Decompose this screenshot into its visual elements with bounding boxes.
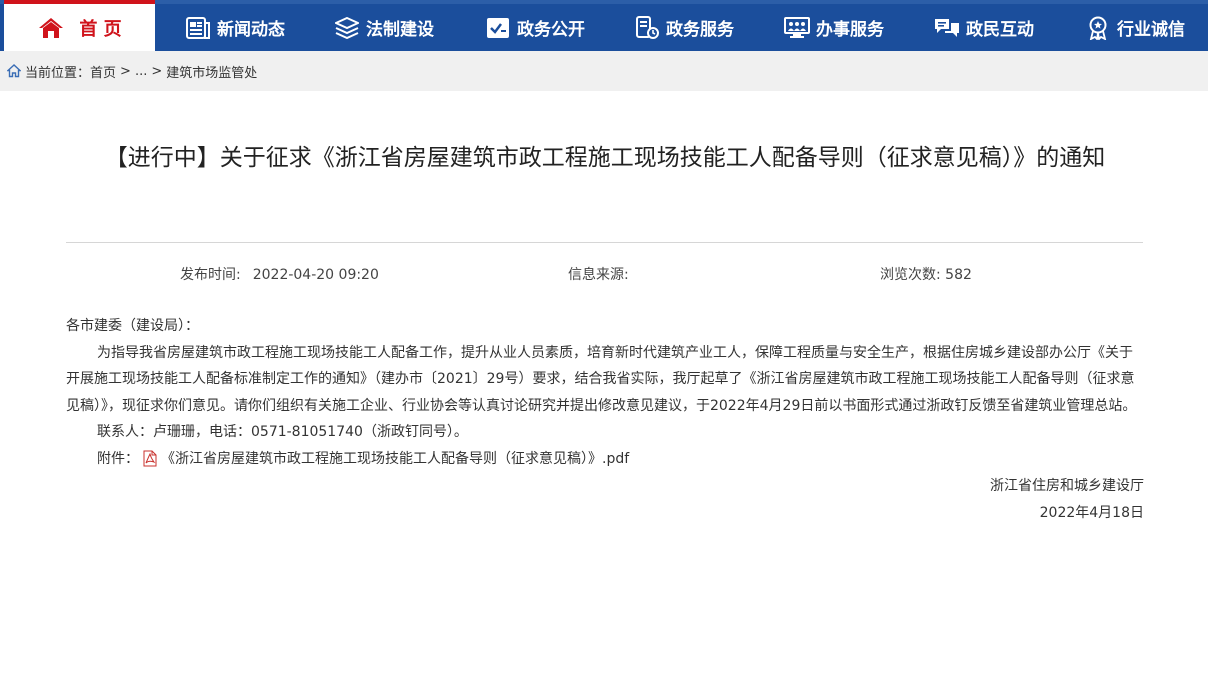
title-divider xyxy=(66,242,1143,243)
nav-label: 新闻动态 xyxy=(217,20,285,40)
salutation: 各市建委（建设局）： xyxy=(66,318,199,334)
breadcrumb-separator: > xyxy=(151,63,163,79)
breadcrumb-current[interactable]: 建筑市场监管处 xyxy=(166,62,257,81)
signer: 浙江省住房和城乡建设厅 xyxy=(990,478,1144,494)
publish-time-value: 2022-04-20 09:20 xyxy=(252,267,379,283)
nav-label: 政民互动 xyxy=(966,20,1034,40)
attachment-label: 附件： xyxy=(97,450,139,467)
breadcrumb-prefix: 当前位置： xyxy=(25,65,91,81)
info-source-label: 信息来源: xyxy=(568,267,629,283)
publish-time: 发布时间: 2022-04-20 09:20 xyxy=(180,264,379,284)
info-source: 信息来源: xyxy=(568,264,641,284)
sign-date: 2022年4月18日 xyxy=(1039,504,1144,521)
service-icon xyxy=(634,15,660,41)
layers-icon xyxy=(334,15,360,41)
news-icon xyxy=(185,15,211,41)
home-small-icon xyxy=(7,64,21,78)
nav-label: 法制建设 xyxy=(366,20,434,40)
nav-item-news[interactable]: 新闻动态 xyxy=(185,4,285,51)
view-count-value: 582 xyxy=(945,267,972,283)
nav-label: 政务服务 xyxy=(666,20,734,40)
nav-item-law[interactable]: 法制建设 xyxy=(334,4,434,51)
breadcrumb: 当前位置： 首页 > ... > 建筑市场监管处 xyxy=(0,51,1208,91)
top-nav: 首 页 新闻动态 法制建设 政务公开 政务服务 办事服务 政民互动 行业诚信 xyxy=(0,0,1208,51)
nav-home-label: 首 页 xyxy=(79,18,122,40)
breadcrumb-separator: > xyxy=(120,63,131,79)
article-body: 各市建委（建设局）： 为指导我省房屋建筑市政工程施工现场技能工人配备工作，提升从… xyxy=(66,313,1144,526)
attachment-link[interactable]: 《浙江省房屋建筑市政工程施工现场技能工人配备导则（征求意见稿）》.pdf xyxy=(161,446,629,473)
publish-time-label: 发布时间: xyxy=(180,267,241,283)
nav-item-affairs[interactable]: 办事服务 xyxy=(784,4,884,51)
monitor-people-icon xyxy=(784,15,810,41)
view-count-label: 浏览次数: xyxy=(880,267,941,283)
page-title: 【进行中】关于征求《浙江省房屋建筑市政工程施工现场技能工人配备导则（征求意见稿）… xyxy=(104,145,1106,171)
contact-line: 联系人：卢珊珊，电话：0571-81051740（浙政钉同号）。 xyxy=(97,424,468,440)
nav-item-home[interactable]: 首 页 xyxy=(4,0,155,51)
nav-label: 政务公开 xyxy=(517,20,585,40)
badge-icon xyxy=(1085,15,1111,41)
main-paragraph: 为指导我省房屋建筑市政工程施工现场技能工人配备工作，提升从业人员素质，培育新时代… xyxy=(66,344,1137,414)
view-count: 浏览次数: 582 xyxy=(880,264,972,284)
nav-item-open-affairs[interactable]: 政务公开 xyxy=(485,4,585,51)
nav-label: 行业诚信 xyxy=(1117,20,1185,40)
nav-item-service[interactable]: 政务服务 xyxy=(634,4,734,51)
pdf-icon xyxy=(143,450,159,468)
open-affairs-icon xyxy=(485,15,511,41)
home-icon xyxy=(37,15,65,41)
nav-item-interaction[interactable]: 政民互动 xyxy=(934,4,1034,51)
attachment-line: 附件： 《浙江省房屋建筑市政工程施工现场技能工人配备导则（征求意见稿）》.pdf xyxy=(66,446,1144,473)
nav-label: 办事服务 xyxy=(816,20,884,40)
nav-item-integrity[interactable]: 行业诚信 xyxy=(1085,4,1185,51)
breadcrumb-home-link[interactable]: 首页 xyxy=(90,62,116,81)
chat-icon xyxy=(934,15,960,41)
breadcrumb-ellipsis[interactable]: ... xyxy=(135,64,147,79)
